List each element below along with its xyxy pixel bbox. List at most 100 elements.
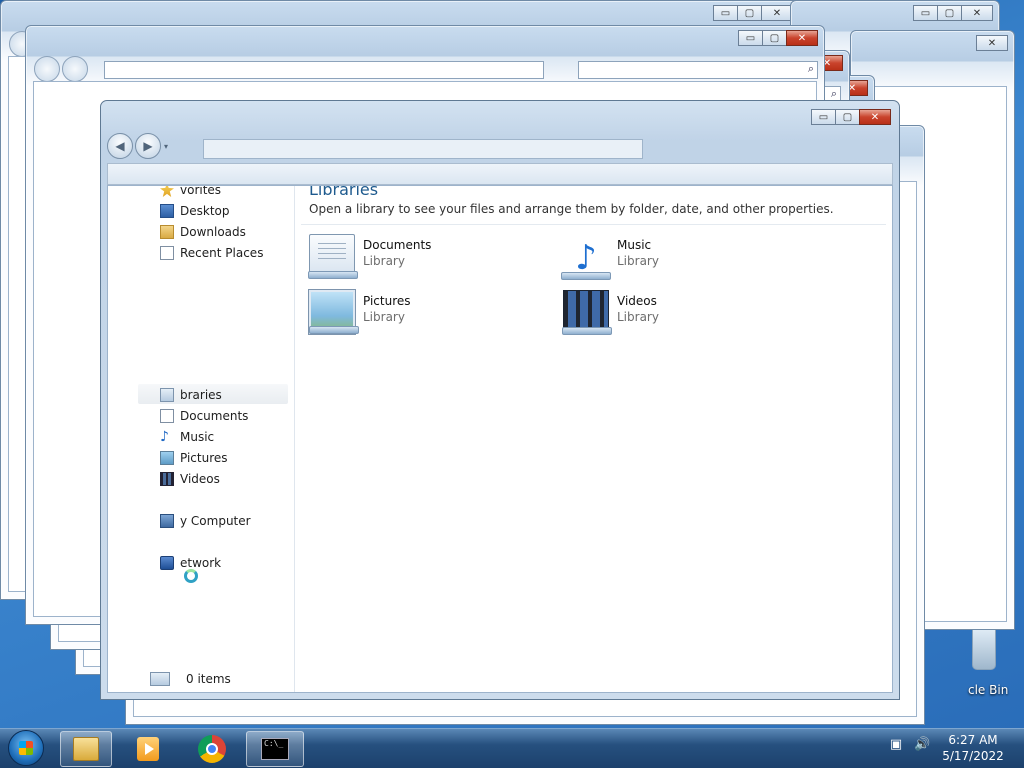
item-count: 0 items xyxy=(186,672,231,686)
explorer-body: vorites Desktop Downloads Recent Places … xyxy=(107,185,893,693)
network-status-icon[interactable]: ▣ xyxy=(888,737,904,753)
nav-item-libraries[interactable]: braries xyxy=(160,385,222,405)
nav-item-label: y Computer xyxy=(180,514,251,528)
windows-explorer-icon xyxy=(73,737,99,761)
library-name: Videos xyxy=(617,294,657,308)
maximize-button[interactable]: ▢ xyxy=(937,5,962,21)
libraries-icon xyxy=(160,388,174,402)
page-title: Libraries xyxy=(309,185,379,199)
library-name: Pictures xyxy=(363,294,411,308)
taskbar-chrome[interactable] xyxy=(186,731,238,767)
nav-item-label: Downloads xyxy=(180,225,246,239)
content-pane: Libraries Open a library to see your fil… xyxy=(295,186,892,692)
forward-arrow-icon: ▶ xyxy=(143,139,153,153)
recent-pages-dropdown[interactable]: ▾ xyxy=(164,142,168,151)
recycle-bin-icon xyxy=(972,628,996,670)
busy-cursor-icon xyxy=(184,569,198,583)
library-name: Music xyxy=(617,238,652,252)
star-icon xyxy=(160,186,174,197)
nav-item-recent-places[interactable]: Recent Places xyxy=(160,243,263,263)
maximize-button[interactable]: ▢ xyxy=(762,30,787,46)
pictures-library-icon xyxy=(308,289,359,335)
library-type: Library xyxy=(363,310,405,324)
close-button[interactable]: ✕ xyxy=(961,5,993,21)
taskbar-media-player[interactable] xyxy=(122,731,174,767)
music-library-icon: ♪ xyxy=(561,234,611,280)
address-bar[interactable] xyxy=(104,61,544,79)
documents-icon xyxy=(160,409,174,423)
nav-item-music[interactable]: ♪ Music xyxy=(160,427,214,447)
taskbar-windows-explorer[interactable] xyxy=(60,731,112,767)
explorer-window: ▭ ▢ ✕ ◀ ▶ ▾ vorites Desktop Downloads Re… xyxy=(100,100,900,700)
close-button[interactable]: ✕ xyxy=(976,35,1008,51)
libraries-description: Open a library to see your files and arr… xyxy=(309,202,834,216)
library-name: Documents xyxy=(363,238,432,252)
close-button[interactable]: ✕ xyxy=(786,30,818,46)
command-prompt-icon: C:\_ xyxy=(261,738,289,760)
nav-item-label: Music xyxy=(180,430,215,444)
library-type: Library xyxy=(363,254,405,268)
maximize-button[interactable]: ▢ xyxy=(835,109,860,125)
library-music[interactable]: ♪ Music Library xyxy=(561,232,783,280)
back-arrow-icon: ◀ xyxy=(115,139,125,153)
minimize-button[interactable]: ▭ xyxy=(811,109,836,125)
status-bar: 0 items xyxy=(150,672,231,686)
header-divider xyxy=(301,224,886,225)
recent-places-icon xyxy=(160,246,174,260)
search-box[interactable]: ⌕ xyxy=(578,61,818,79)
library-type: Library xyxy=(617,254,659,268)
command-bar xyxy=(107,163,893,185)
videos-library-icon xyxy=(562,290,612,335)
nav-item-label: etwork xyxy=(180,556,222,570)
taskbar-command-prompt[interactable]: C:\_ xyxy=(246,731,304,767)
desktop: cle Bin ▭▢✕ ▭▢✕ ⌕ ✕ ▭▢✕ ▭▢✕ ⌕ ▭▢✕ ⌕ rs r… xyxy=(0,0,1024,728)
library-type: Library xyxy=(617,310,659,324)
clock-date: 5/17/2022 xyxy=(942,749,1004,763)
nav-item-downloads[interactable]: Downloads xyxy=(160,222,246,242)
close-button[interactable]: ✕ xyxy=(859,109,891,125)
nav-item-documents[interactable]: Documents xyxy=(160,406,248,426)
music-icon: ♪ xyxy=(160,429,169,445)
close-button[interactable]: ✕ xyxy=(761,5,793,21)
nav-item-favorites[interactable]: vorites xyxy=(160,185,222,200)
recycle-bin-label: cle Bin xyxy=(968,683,1009,697)
nav-item-label: braries xyxy=(180,388,222,402)
nav-item-label: Recent Places xyxy=(180,246,264,260)
nav-item-label: Desktop xyxy=(180,204,230,218)
nav-item-pictures[interactable]: Pictures xyxy=(160,448,228,468)
libraries-status-icon xyxy=(150,672,170,686)
nav-item-label: vorites xyxy=(180,185,222,197)
address-bar[interactable] xyxy=(203,139,643,159)
minimize-button[interactable]: ▭ xyxy=(738,30,763,46)
volume-icon[interactable]: 🔊 xyxy=(914,737,930,753)
nav-item-label: Videos xyxy=(180,472,220,486)
navigation-buttons: ◀ ▶ ▾ xyxy=(107,133,168,159)
documents-library-icon xyxy=(308,234,358,279)
media-player-icon xyxy=(137,737,159,761)
pictures-icon xyxy=(160,451,174,465)
desktop-icon xyxy=(160,204,174,218)
library-pictures[interactable]: Pictures Library xyxy=(308,288,529,336)
nav-item-label: Documents xyxy=(180,409,249,423)
taskbar: C:\_ ▣ 🔊 6:27 AM 5/17/2022 xyxy=(0,728,1024,768)
chrome-icon xyxy=(198,735,226,763)
minimize-button[interactable]: ▭ xyxy=(913,5,938,21)
nav-item-desktop[interactable]: Desktop xyxy=(160,201,230,221)
library-documents[interactable]: Documents Library xyxy=(308,232,529,280)
minimize-button[interactable]: ▭ xyxy=(713,5,738,21)
recycle-bin[interactable]: cle Bin xyxy=(968,628,1024,698)
videos-icon xyxy=(160,472,174,486)
nav-item-videos[interactable]: Videos xyxy=(160,469,220,489)
maximize-button[interactable]: ▢ xyxy=(737,5,762,21)
back-button[interactable]: ◀ xyxy=(107,133,133,159)
computer-icon xyxy=(160,514,174,528)
downloads-folder-icon xyxy=(160,225,174,239)
library-videos[interactable]: Videos Library xyxy=(562,288,783,336)
navigation-pane: vorites Desktop Downloads Recent Places … xyxy=(108,186,295,692)
clock[interactable]: 6:27 AM 5/17/2022 xyxy=(930,732,1016,764)
nav-item-computer[interactable]: y Computer xyxy=(160,511,251,531)
forward-button[interactable]: ▶ xyxy=(135,133,161,159)
network-icon xyxy=(160,556,174,570)
start-button[interactable] xyxy=(8,730,44,766)
nav-item-label: Pictures xyxy=(180,451,228,465)
